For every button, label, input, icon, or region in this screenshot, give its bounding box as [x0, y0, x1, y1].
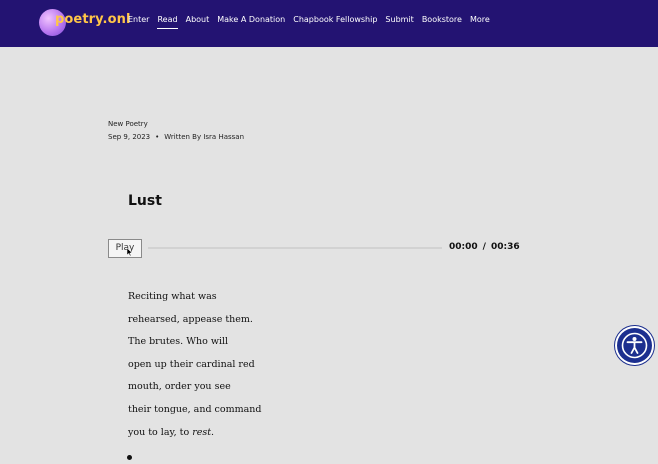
- poem-italic-word: rest.: [192, 426, 215, 438]
- accessibility-icon: [621, 332, 648, 359]
- nav-enter[interactable]: Enter: [128, 15, 149, 29]
- nav-chapbook-fellowship[interactable]: Chapbook Fellowship: [293, 15, 377, 29]
- site-logo[interactable]: poetry.onl: [39, 8, 130, 36]
- list-bullet: [127, 455, 132, 460]
- site-header: poetry.onl Enter Read About Make A Donat…: [0, 0, 658, 47]
- progress-track[interactable]: [148, 247, 442, 249]
- duration: 00:36: [490, 242, 520, 252]
- poem-body: Reciting what was rehearsed, appease the…: [128, 291, 261, 449]
- post-author: Written By Isra Hassan: [164, 133, 245, 141]
- meta-separator: •: [155, 133, 160, 141]
- poem-line: mouth, order you see: [128, 381, 231, 393]
- play-button[interactable]: Play: [108, 239, 142, 258]
- post-date: Sep 9, 2023: [108, 133, 151, 141]
- poem-line-text: you to lay, to: [128, 426, 190, 438]
- nav-make-a-donation[interactable]: Make A Donation: [217, 15, 285, 29]
- poem-line: Reciting what was: [128, 291, 217, 302]
- nav-read[interactable]: Read: [157, 15, 178, 29]
- poem-line: their tongue, and command: [128, 403, 262, 415]
- nav-about[interactable]: About: [186, 15, 210, 29]
- nav-submit[interactable]: Submit: [385, 15, 413, 29]
- time-display: 00:00 / 00:36: [449, 242, 520, 252]
- post-title: Lust: [128, 193, 162, 210]
- post-category[interactable]: New Poetry: [108, 120, 148, 128]
- post-meta: Sep 9, 2023 • Written By Isra Hassan: [108, 133, 244, 141]
- logo-text: poetry.onl: [55, 12, 131, 27]
- poem-line: rehearsed, appease them.: [128, 313, 253, 325]
- main-nav: Enter Read About Make A Donation Chapboo…: [128, 15, 498, 29]
- current-time: 00:00: [449, 242, 478, 252]
- poem-line: open up their cardinal red: [128, 358, 255, 370]
- poem-line-last: you to lay, to rest.: [128, 427, 261, 450]
- nav-bookstore[interactable]: Bookstore: [422, 15, 462, 29]
- mouse-cursor-icon: [127, 248, 133, 256]
- time-separator: /: [482, 242, 486, 252]
- nav-more[interactable]: More: [470, 15, 490, 29]
- audio-player: Play 00:00 / 00:36: [108, 239, 520, 258]
- accessibility-button[interactable]: [617, 328, 652, 363]
- poem-line: The brutes. Who will: [128, 336, 229, 348]
